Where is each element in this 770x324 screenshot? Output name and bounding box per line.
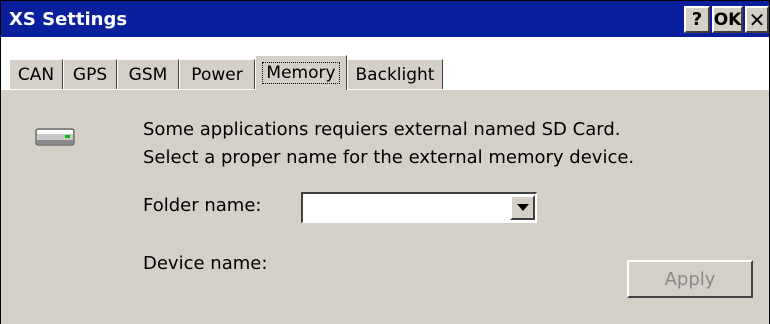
description-line-1: Some applications requiers external name… [143, 119, 621, 140]
folder-name-combobox[interactable] [301, 192, 537, 223]
tab-label: CAN [17, 64, 55, 85]
apply-button[interactable]: Apply [627, 260, 753, 298]
help-button[interactable]: ? [684, 6, 710, 33]
tab-can[interactable]: CAN [9, 59, 63, 89]
tab-label: GSM [128, 64, 168, 85]
memory-description: Some applications requiers external name… [143, 116, 634, 172]
ok-button[interactable]: OK [712, 6, 743, 33]
close-button[interactable]: ✕ [745, 6, 769, 33]
description-line-2: Select a proper name for the external me… [143, 147, 635, 168]
title-bar: XS Settings ? OK ✕ [1, 1, 769, 37]
tab-divider [1, 89, 769, 90]
tab-gsm[interactable]: GSM [117, 59, 179, 89]
tab-label: Backlight [355, 64, 435, 85]
device-name-label: Device name: [143, 253, 268, 274]
tab-power[interactable]: Power [179, 59, 255, 89]
tab-label: GPS [72, 64, 108, 85]
tab-label: Power [191, 64, 243, 85]
tab-gps[interactable]: GPS [63, 59, 117, 89]
tab-memory[interactable]: Memory [255, 55, 347, 90]
settings-window: XS Settings ? OK ✕ CAN GPS GSM Power Mem… [0, 0, 770, 324]
chevron-down-icon[interactable] [510, 195, 535, 220]
folder-name-label: Folder name: [143, 195, 262, 216]
tab-label: Memory [262, 62, 340, 84]
window-title: XS Settings [9, 8, 128, 30]
drive-icon [35, 128, 75, 146]
tab-backlight[interactable]: Backlight [347, 59, 443, 89]
